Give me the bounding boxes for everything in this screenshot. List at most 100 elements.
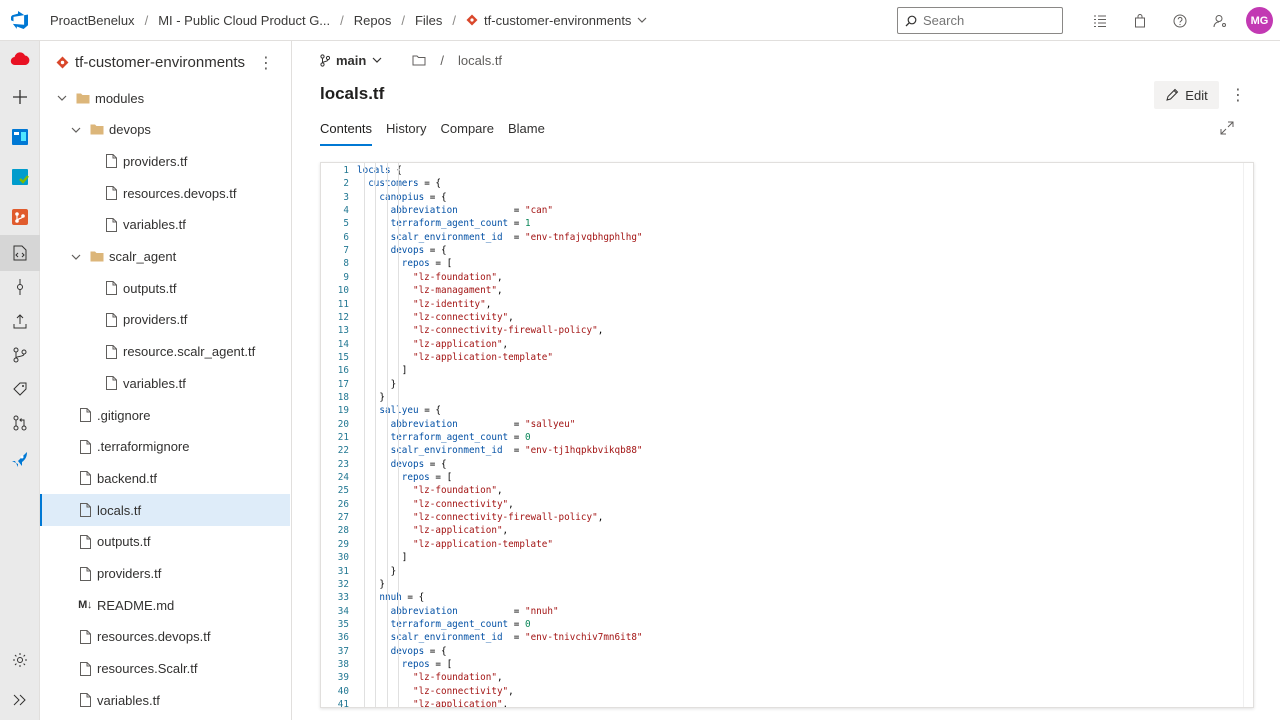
code-text: repos = [ — [401, 658, 453, 670]
branch-selector[interactable]: main — [336, 53, 366, 68]
chevron-down-icon[interactable] — [372, 55, 382, 65]
avatar[interactable]: MG — [1246, 7, 1273, 34]
code-line: 17 } — [321, 378, 1253, 391]
pushes-icon[interactable] — [0, 303, 40, 339]
file-icon — [104, 281, 118, 296]
branch-icon — [320, 53, 330, 67]
tree-file[interactable]: .gitignore — [40, 399, 290, 431]
chevron-down-icon[interactable] — [70, 251, 82, 263]
scrollbar[interactable] — [1243, 163, 1253, 707]
code-line: 25 "lz-foundation", — [321, 484, 1253, 497]
tree-file[interactable]: providers.tf — [40, 304, 290, 336]
azure-devops-logo-icon[interactable] — [0, 0, 40, 40]
pull-requests-icon[interactable] — [0, 405, 40, 441]
tab-history[interactable]: History — [386, 121, 426, 146]
tree-file[interactable]: providers.tf — [40, 145, 290, 177]
left-rail — [0, 41, 40, 720]
edit-button[interactable]: Edit — [1154, 81, 1219, 109]
code-text: "lz-foundation", — [412, 485, 503, 497]
boards-icon[interactable] — [0, 119, 40, 155]
code-line: 3 canopius = { — [321, 191, 1253, 204]
tree-node-label: .terraformignore — [97, 439, 190, 455]
tree-node-label: variables.tf — [123, 217, 186, 233]
code-text: "lz-connectivity", — [412, 311, 514, 323]
tree-file[interactable]: providers.tf — [40, 558, 290, 590]
line-number: 28 — [337, 525, 349, 537]
files-icon[interactable] — [0, 235, 40, 271]
code-text: "lz-application", — [412, 699, 509, 708]
tree-file[interactable]: variables.tf — [40, 209, 290, 241]
tree-file[interactable]: backend.tf — [40, 462, 290, 494]
tree-folder[interactable]: devops — [40, 114, 290, 146]
tab-compare[interactable]: Compare — [441, 121, 494, 146]
code-line: 37 devops = { — [321, 645, 1253, 658]
search-box[interactable] — [897, 7, 1063, 34]
code-line: 16 ] — [321, 364, 1253, 377]
marketplace-bag-icon[interactable] — [1120, 0, 1160, 41]
search-input[interactable] — [923, 13, 1043, 28]
breadcrumb-repo-selector[interactable]: tf-customer-environments — [456, 13, 657, 28]
tree-folder[interactable]: scalr_agent — [40, 241, 290, 273]
project-settings-gear-icon[interactable] — [0, 642, 40, 678]
help-icon[interactable] — [1160, 0, 1200, 41]
test-plans-icon[interactable] — [0, 159, 40, 195]
code-line: 35 terraform_agent_count = 0 — [321, 618, 1253, 631]
tree-node-label: variables.tf — [123, 375, 186, 391]
chevron-down-icon[interactable] — [56, 92, 68, 104]
tree-folder[interactable]: modules — [40, 82, 290, 114]
chevron-down-icon — [638, 17, 647, 23]
tree-file[interactable]: resources.devops.tf — [40, 177, 290, 209]
line-number: 27 — [337, 512, 349, 524]
pipelines-icon[interactable] — [0, 441, 40, 477]
tree-file[interactable]: resources.devops.tf — [40, 621, 290, 653]
code-text: } — [379, 391, 385, 403]
user-settings-icon[interactable] — [1200, 0, 1240, 41]
tree-file[interactable]: outputs.tf — [40, 526, 290, 558]
add-icon[interactable] — [0, 79, 40, 115]
code-line: 40 "lz-connectivity", — [321, 685, 1253, 698]
tree-file[interactable]: outputs.tf — [40, 272, 290, 304]
chevron-down-icon[interactable] — [70, 124, 82, 136]
code-text: "lz-connectivity", — [412, 685, 514, 697]
more-actions-icon[interactable]: ⋮ — [1230, 85, 1246, 105]
tab-contents[interactable]: Contents — [320, 121, 373, 146]
commits-icon[interactable] — [0, 269, 40, 305]
file-icon — [104, 186, 118, 201]
tree-file[interactable]: M↓ README.md — [40, 589, 290, 621]
expand-rail-icon[interactable] — [0, 682, 40, 718]
tags-icon[interactable] — [0, 371, 40, 407]
line-number: 23 — [337, 458, 349, 470]
breadcrumb-repo-label: tf-customer-environments — [484, 12, 632, 28]
settings-list-icon[interactable] — [1080, 0, 1120, 41]
branches-icon[interactable] — [0, 337, 40, 373]
code-viewer[interactable]: 1 locals {2 customers = {3 canopius = {4 … — [320, 162, 1254, 708]
breadcrumb-files[interactable]: Files — [405, 13, 452, 28]
file-icon — [78, 439, 92, 454]
folder-icon[interactable] — [412, 55, 426, 66]
more-options-icon[interactable]: ⋮ — [258, 53, 274, 73]
folder-icon — [76, 91, 90, 105]
tab-blame[interactable]: Blame — [508, 121, 545, 146]
path-file[interactable]: locals.tf — [458, 53, 502, 68]
tree-file[interactable]: resource.scalr_agent.tf — [40, 336, 290, 368]
code-line: 13 "lz-connectivity-firewall-policy", — [321, 324, 1253, 337]
tree-file[interactable]: locals.tf — [40, 494, 290, 527]
file-content-pane: main / locals.tf locals.tf Edit ⋮ Conten… — [292, 41, 1280, 720]
tree-file[interactable]: resources.Scalr.tf — [40, 653, 290, 685]
tree-file[interactable]: variables.tf — [40, 367, 290, 399]
tree-file[interactable]: .terraformignore — [40, 431, 290, 463]
code-line: 32 } — [321, 578, 1253, 591]
tree-node-label: variables.tf — [97, 692, 160, 708]
fullscreen-expand-icon[interactable] — [1220, 121, 1234, 138]
tree-file[interactable]: variables.tf — [40, 684, 290, 716]
code-line: 5 terraform_agent_count = 1 — [321, 217, 1253, 230]
breadcrumb-project[interactable]: MI - Public Cloud Product G... — [148, 13, 340, 28]
tree-node-label: outputs.tf — [123, 280, 177, 296]
tree-repo-name[interactable]: tf-customer-environments — [75, 54, 245, 71]
line-number: 22 — [337, 445, 349, 457]
repos-icon[interactable] — [0, 199, 40, 235]
code-line: 9 "lz-foundation", — [321, 271, 1253, 284]
breadcrumb-org[interactable]: ProactBenelux — [40, 13, 145, 28]
project-cloud-icon[interactable] — [0, 41, 40, 77]
breadcrumb-repos[interactable]: Repos — [344, 13, 402, 28]
